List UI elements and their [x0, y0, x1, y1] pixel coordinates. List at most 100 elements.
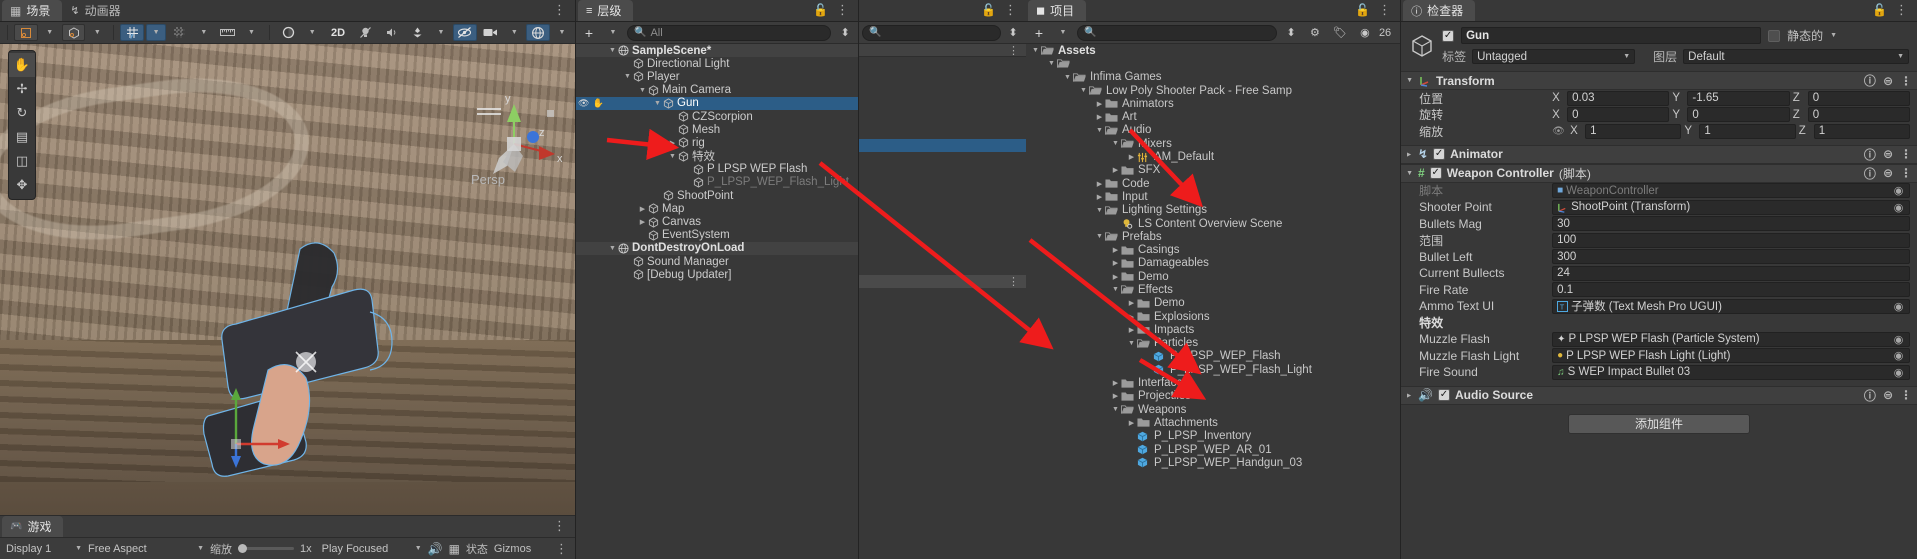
project-foldout-icon[interactable]: ▼ [1078, 87, 1089, 94]
gizmos-toggle-icon[interactable] [526, 24, 551, 41]
audio-source-help-icon[interactable]: ⓘ [1864, 387, 1876, 404]
project-left-sub-menu[interactable]: ⋮ [1008, 44, 1020, 57]
project-item[interactable]: ▶ Interface [1026, 376, 1400, 389]
project-filter-type-icon[interactable]: ⚙ [1305, 24, 1325, 41]
component-header-animator[interactable]: ▼ ↯ ✓ Animator ⓘ ⊜ ⋮ [1401, 144, 1917, 164]
project-left-selected-row[interactable] [859, 139, 1026, 152]
hierarchy-item[interactable]: ▶ Map [576, 202, 858, 215]
project-foldout-icon[interactable]: ▶ [1126, 326, 1137, 334]
gizmos-label[interactable]: Gizmos [494, 543, 531, 555]
project-foldout-icon[interactable]: ▶ [1126, 299, 1137, 307]
weapon-controller-help-icon[interactable]: ⓘ [1864, 165, 1876, 182]
project-left-body[interactable]: ⋮ ⋮ [859, 44, 1026, 559]
hierarchy-item[interactable]: ▼ 特效 [576, 150, 858, 163]
project-foldout-icon[interactable]: ▼ [1030, 47, 1041, 54]
aspect-dropdown[interactable]: Free Aspect ▼ [88, 543, 204, 555]
animator-enabled-checkbox[interactable]: ✓ [1433, 148, 1446, 160]
2d-toggle-button[interactable]: 2D [324, 24, 352, 41]
animator-menu-icon[interactable]: ⋮ [1900, 147, 1912, 161]
weapon-controller-enabled-checkbox[interactable]: ✓ [1429, 167, 1442, 179]
field-input[interactable]: ■ WeaponController ◉ [1552, 183, 1910, 199]
project-item[interactable]: ▶ Casings [1026, 243, 1400, 256]
scene-panel-menu[interactable]: ⋮ [553, 2, 575, 21]
project-item[interactable]: ▶ P_LPSP_Inventory [1026, 430, 1400, 443]
hierarchy-item[interactable]: ▶ Canvas [576, 215, 858, 228]
component-header-audio-source[interactable]: ▼ 🔊 ✓ Audio Source ⓘ ⊜ ⋮ [1401, 385, 1917, 405]
audio-toggle-icon[interactable] [380, 24, 404, 41]
hierarchy-item[interactable]: ▼ Player [576, 70, 858, 83]
project-item[interactable]: ▶ Explosions [1026, 310, 1400, 323]
hierarchy-item[interactable]: 👁 ✋ ▼ Gun [576, 96, 859, 110]
visibility-toggles[interactable]: 👁 ✋ [578, 98, 604, 109]
stats-label[interactable]: 状态 [466, 541, 488, 557]
project-hidden-count-icon[interactable]: ◉ [1355, 24, 1375, 41]
project-foldout-icon[interactable]: ▶ [1126, 153, 1137, 161]
scale-y-input[interactable]: 1 [1699, 123, 1796, 139]
mute-audio-icon[interactable]: 🔊 [428, 542, 443, 556]
fx-toggle-icon[interactable] [405, 24, 429, 41]
project-panel-menu[interactable]: ⋮ [1378, 2, 1392, 18]
project-foldout-icon[interactable]: ▼ [1094, 207, 1105, 214]
gizmos-dropdown[interactable]: ▼ [552, 24, 572, 41]
hierarchy-tree[interactable]: ▼ SampleScene* ▶ Directional Light ▼ Player ▼ M… [576, 44, 859, 559]
project-item[interactable]: ▼ Particles [1026, 337, 1400, 350]
project-left-footer-menu[interactable]: ⋮ [1008, 275, 1020, 288]
project-item[interactable]: ▼ Mixers [1026, 137, 1400, 150]
move-tool-icon[interactable]: ✢ [9, 77, 35, 101]
project-left-lock-icon[interactable]: 🔓 [981, 3, 996, 17]
audio-source-preset-icon[interactable]: ⊜ [1883, 388, 1893, 402]
foldout-icon[interactable]: ▼ [607, 245, 618, 252]
tab-animator[interactable]: ↯ 动画器 [62, 0, 132, 21]
global-local-button[interactable] [61, 24, 86, 41]
hierarchy-item[interactable]: ▶ rig [576, 136, 858, 149]
field-input[interactable]: 100 [1552, 232, 1910, 248]
audio-source-menu-icon[interactable]: ⋮ [1900, 388, 1912, 402]
project-foldout-icon[interactable]: ▼ [1094, 127, 1105, 134]
project-item[interactable]: ▼ Infima Games [1026, 71, 1400, 84]
add-component-button[interactable]: 添加组件 [1568, 413, 1751, 434]
tab-game[interactable]: 🎮 游戏 [2, 516, 64, 537]
hidden-objects-icon[interactable] [452, 24, 477, 41]
project-create-dropdown[interactable]: ▼ [1053, 24, 1073, 41]
project-item[interactable]: ▼ Effects [1026, 283, 1400, 296]
rotation-z-input[interactable]: 0 [1807, 107, 1910, 123]
object-name-input[interactable]: Gun [1461, 27, 1762, 44]
object-picker-icon[interactable]: ◉ [1892, 333, 1905, 346]
pivot-dropdown[interactable]: ▼ [40, 24, 60, 41]
field-input[interactable]: 24 [1552, 265, 1910, 281]
object-picker-icon[interactable]: ◉ [1892, 201, 1905, 214]
project-item[interactable]: ▼ Prefabs [1026, 230, 1400, 243]
tab-inspector[interactable]: ⓘ 检查器 [1403, 0, 1476, 21]
project-item[interactable]: ▶ Impacts [1026, 323, 1400, 336]
project-item[interactable]: ▶ SFX [1026, 164, 1400, 177]
project-item[interactable]: ▼ Assets [1026, 44, 1400, 57]
static-dropdown-icon[interactable]: ▼ [1830, 32, 1837, 39]
project-foldout-icon[interactable]: ▼ [1110, 406, 1121, 413]
hierarchy-item[interactable]: ▶ ShootPoint [576, 189, 858, 202]
project-item[interactable]: ▶ Attachments [1026, 416, 1400, 429]
inspector-panel-menu[interactable]: ⋮ [1895, 2, 1909, 18]
position-y-input[interactable]: -1.65 [1687, 90, 1790, 106]
layer-dropdown[interactable]: Default ▼ [1683, 49, 1909, 64]
project-foldout-icon[interactable]: ▼ [1110, 140, 1121, 147]
eye-icon[interactable]: 👁 [578, 98, 589, 109]
transform-help-icon[interactable]: ⓘ [1864, 72, 1876, 89]
project-foldout-icon[interactable]: ▼ [1126, 340, 1137, 347]
project-tree[interactable]: ▼ Assets ▼ ▼ Infima Games ▼ Low Poly Shooter P… [1026, 44, 1400, 559]
project-foldout-icon[interactable]: ▶ [1110, 273, 1121, 281]
project-left-search-expand-icon[interactable]: ⬍ [1003, 24, 1023, 41]
rotation-y-input[interactable]: 0 [1687, 107, 1790, 123]
hierarchy-item[interactable]: ▶ Sound Manager [576, 255, 858, 268]
ruler-dropdown[interactable]: ▼ [241, 24, 261, 41]
hierarchy-item[interactable]: ▶ Directional Light [576, 57, 858, 70]
field-input[interactable]: ✦ P LPSP WEP Flash (Particle System) ◉ [1552, 331, 1910, 347]
animator-preset-icon[interactable]: ⊜ [1883, 147, 1893, 161]
project-item[interactable]: ▶ Code [1026, 177, 1400, 190]
foldout-icon[interactable]: ▼ [637, 87, 648, 94]
hand-pick-icon[interactable]: ✋ [592, 98, 603, 109]
tab-hierarchy[interactable]: ≡ 层级 [578, 0, 634, 21]
field-input[interactable]: ● P LPSP WEP Flash Light (Light) ◉ [1552, 348, 1910, 364]
foldout-icon[interactable]: ▼ [652, 100, 663, 107]
project-item[interactable]: ▶ Animators [1026, 97, 1400, 110]
foldout-icon[interactable]: ▶ [637, 218, 648, 226]
